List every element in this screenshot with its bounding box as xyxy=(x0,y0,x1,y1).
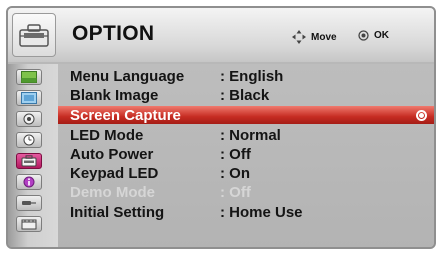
menu-item-label: Auto Power xyxy=(70,145,154,163)
menu-item-label: Screen Capture xyxy=(70,106,181,124)
enter-icon xyxy=(416,109,427,121)
picture-icon[interactable] xyxy=(16,69,42,85)
menu-item-label: Keypad LED xyxy=(70,164,159,182)
option-icon[interactable] xyxy=(16,153,42,169)
menu-item-value: : Black xyxy=(220,86,270,104)
menu-item-label: Demo Mode xyxy=(70,183,156,201)
menu-item-keypad-led[interactable]: Keypad LED : On xyxy=(58,164,434,182)
media-icon[interactable] xyxy=(16,216,42,232)
menu-title: OPTION xyxy=(72,22,155,45)
menu-item-demo-mode: Demo Mode : Off xyxy=(58,183,434,201)
audio-icon[interactable] xyxy=(16,111,42,127)
menu-item-value: : English xyxy=(220,67,284,85)
move-arrows-icon xyxy=(292,30,306,44)
menu-header: OPTION Move OK xyxy=(8,8,434,62)
menu-item-label: Initial Setting xyxy=(70,203,165,221)
menu-item-label: LED Mode xyxy=(70,126,144,144)
menu-item-screen-capture[interactable]: Screen Capture xyxy=(58,106,434,124)
menu-item-label: Menu Language xyxy=(70,67,185,85)
screen-icon[interactable] xyxy=(16,90,42,106)
menu-item-auto-power[interactable]: Auto Power : Off xyxy=(58,145,434,163)
menu-item-value: : Home Use xyxy=(220,203,303,221)
ok-hint: OK xyxy=(358,30,389,41)
time-icon[interactable] xyxy=(16,132,42,148)
menu-item-value: : Off xyxy=(220,145,251,163)
menu-item-led-mode[interactable]: LED Mode : Normal xyxy=(58,126,434,144)
menu-item-menu-language[interactable]: Menu Language : English xyxy=(58,67,434,85)
move-hint: Move xyxy=(292,30,337,44)
menu-item-initial-setting[interactable]: Initial Setting : Home Use xyxy=(58,203,434,221)
toolbox-icon xyxy=(12,13,56,57)
input-icon[interactable] xyxy=(16,195,42,211)
menu-item-blank-image[interactable]: Blank Image : Black xyxy=(58,86,434,104)
menu-item-value: : On xyxy=(220,164,250,182)
category-sidebar xyxy=(8,64,58,247)
menu-item-label: Blank Image xyxy=(70,86,159,104)
ok-label: OK xyxy=(374,30,389,41)
option-menu-list: Menu Language : English Blank Image : Bl… xyxy=(58,64,434,247)
menu-item-value: : Normal xyxy=(220,126,281,144)
info-icon[interactable] xyxy=(16,174,42,190)
move-label: Move xyxy=(311,31,337,43)
ok-button-icon xyxy=(358,30,369,41)
menu-item-value: : Off xyxy=(220,183,251,201)
option-menu-window: OPTION Move OK Menu Language: English B… xyxy=(6,6,436,249)
